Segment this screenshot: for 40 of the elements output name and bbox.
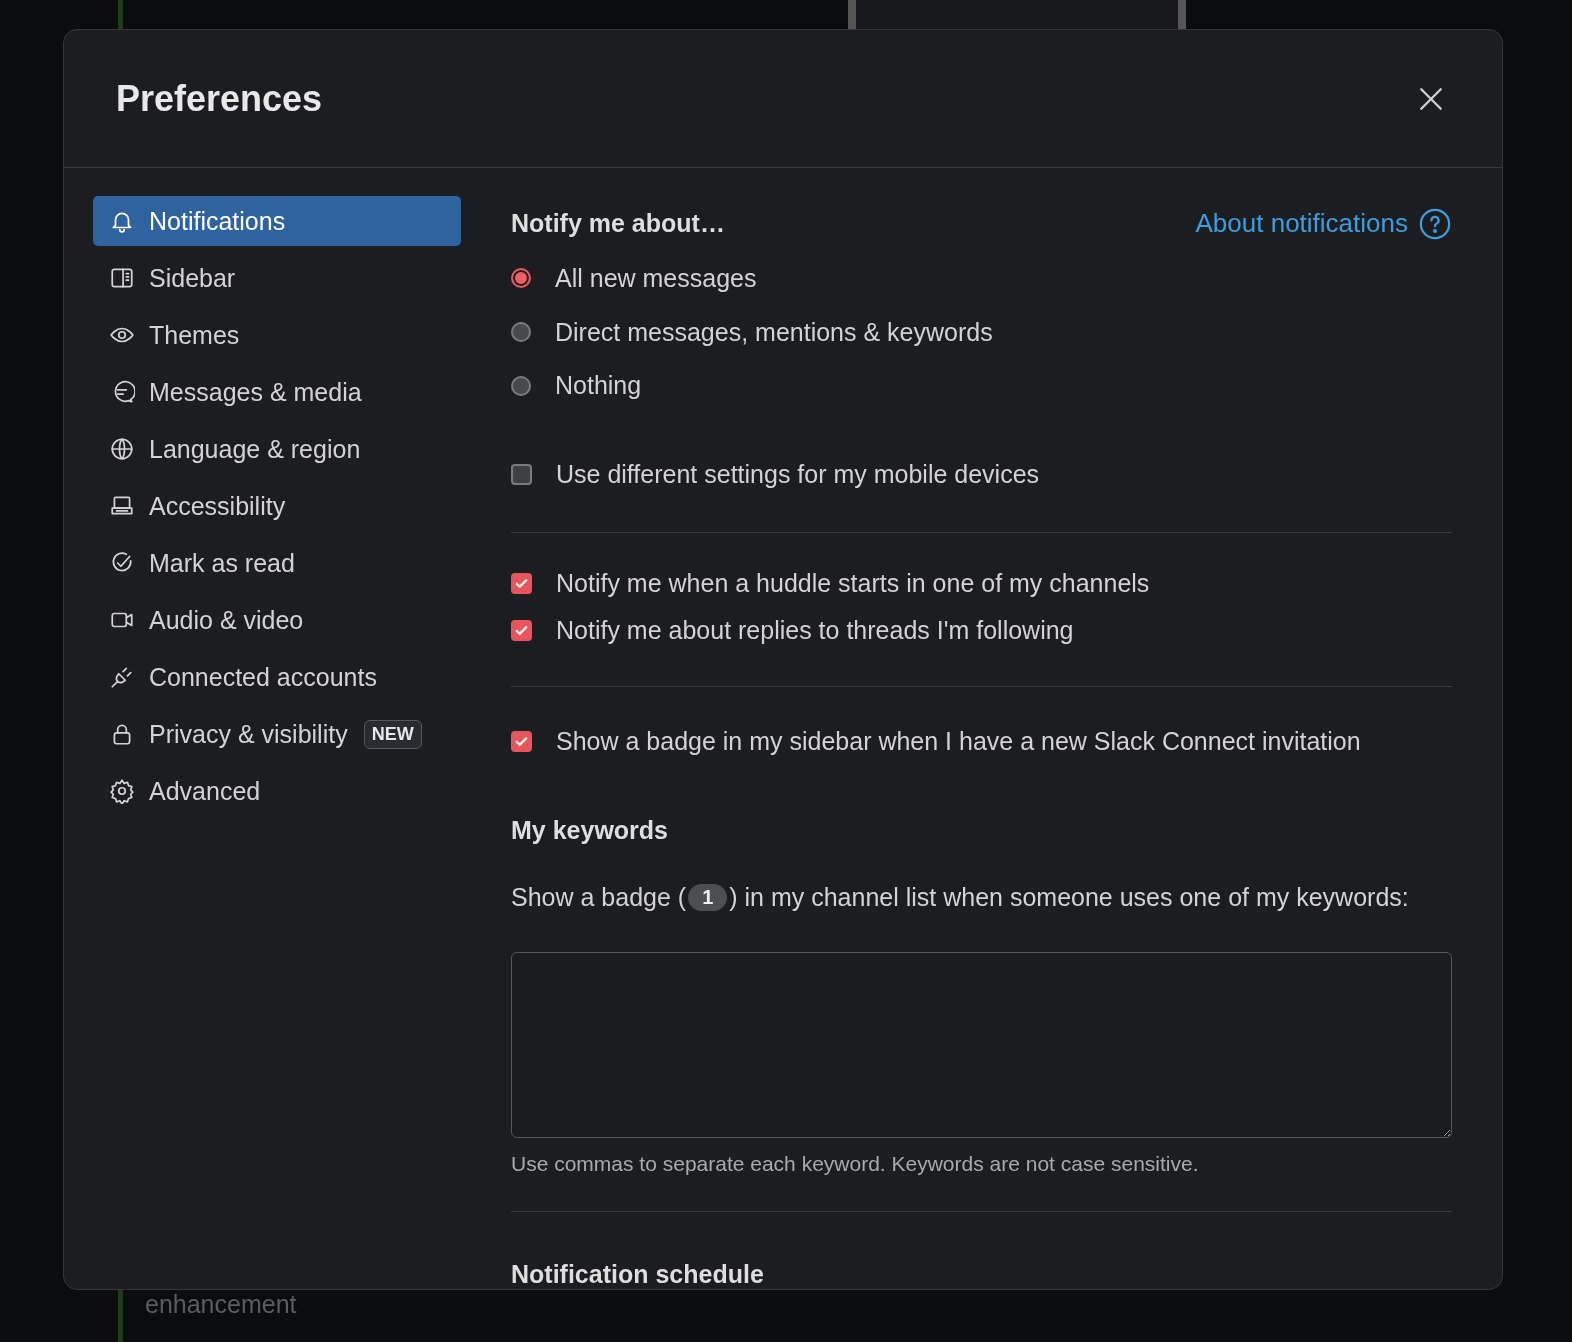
checkbox[interactable] (511, 731, 532, 753)
radio-option[interactable]: Direct messages, mentions & keywords (511, 305, 1452, 359)
checkbox-option[interactable]: Use different settings for my mobile devices (511, 448, 1452, 502)
section-heading: Notify me about… (511, 209, 725, 239)
sidebar-item[interactable]: Privacy & visibility NEW (93, 709, 461, 759)
help-icon (1418, 206, 1452, 241)
help-link[interactable]: About notifications (1195, 206, 1452, 241)
close-icon (1418, 85, 1444, 112)
sidebar-item[interactable]: Sidebar (93, 253, 461, 303)
radio-button[interactable] (511, 375, 531, 396)
radio-button[interactable] (511, 268, 531, 289)
radio-option[interactable]: All new messages (511, 251, 1452, 306)
checkbox-option[interactable]: Show a badge in my sidebar when I have a new Slack Connect invitation (511, 714, 1452, 769)
hint-text: Use commas to separate each keyword. Keywords are not case sensitive. (511, 1151, 1200, 1176)
sidebar-item[interactable]: Language & region (93, 424, 461, 474)
sidebar-item[interactable]: Messages & media (93, 367, 461, 417)
sidebar-item[interactable]: Themes (93, 310, 461, 360)
section-heading: My keywords (511, 816, 669, 846)
radio-option[interactable]: Nothing (511, 358, 1452, 413)
sidebar-icon (109, 265, 135, 291)
dialog-title: Preferences (116, 77, 323, 120)
sidebar-item[interactable]: Advanced (93, 766, 461, 816)
sidebar-item[interactable]: Mark as read (93, 538, 461, 588)
radio-button[interactable] (511, 322, 531, 342)
sidebar-item[interactable]: Notifications (93, 196, 461, 246)
checkbox[interactable] (511, 464, 532, 486)
checkbox[interactable] (511, 620, 532, 642)
keywords-field[interactable] (511, 951, 1452, 1138)
sidebar-item[interactable]: Connected accounts (93, 652, 461, 702)
new-badge: NEW (363, 719, 422, 749)
sidebar-item[interactable]: Audio & video (93, 595, 461, 645)
background-text: enhancement (145, 1290, 297, 1319)
section-heading: Notification schedule (511, 1259, 765, 1289)
checkbox[interactable] (511, 573, 532, 595)
globe-icon (109, 436, 135, 462)
gear-icon (109, 778, 135, 804)
sidebar-item[interactable]: Accessibility (93, 481, 461, 531)
count-badge: 1 (688, 883, 728, 911)
keywords-description: ) in my channel list when someone uses one of my keywords: (729, 882, 1409, 912)
keywords-description: Show a badge ( (511, 882, 687, 912)
